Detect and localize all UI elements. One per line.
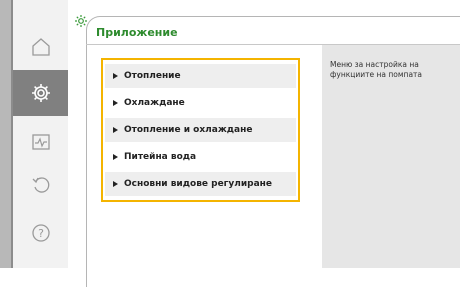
info-description: Меню за настройка на функциите на помпат… [330,60,423,79]
expand-arrow-icon [113,181,118,187]
sidebar-item-help[interactable]: ? [13,210,68,256]
expand-arrow-icon [113,127,118,133]
menu-item-label: Отопление и охлаждане [124,125,253,135]
expand-arrow-icon [113,154,118,160]
restore-icon [32,177,49,193]
menu-item-label: Отопление [124,71,181,81]
help-icon: ? [31,224,50,242]
diagnostics-icon [31,134,50,150]
expand-arrow-icon [113,73,118,79]
sidebar-item-restore[interactable] [13,162,68,208]
menu-list: Отопление Охлаждане Отопление и охлаждан… [101,58,300,202]
menu-item-cooling[interactable]: Охлаждане [105,91,296,115]
sidebar-item-home[interactable] [13,24,68,70]
menu-item-drinking-water[interactable]: Питейна вода [105,145,296,169]
svg-text:?: ? [38,227,44,240]
sidebar-item-settings[interactable] [13,70,68,116]
sidebar-edge-strip [0,0,11,268]
gear-icon [31,84,50,102]
menu-item-label: Охлаждане [124,98,185,108]
sidebar: ? [0,0,70,268]
menu-item-control-modes[interactable]: Основни видове регулиране [105,172,296,196]
menu-item-label: Основни видове регулиране [124,179,272,189]
menu-item-heating[interactable]: Отопление [105,64,296,88]
menu-item-heating-cooling[interactable]: Отопление и охлаждане [105,118,296,142]
menu-item-label: Питейна вода [124,152,197,162]
page-title: Приложение [96,26,178,39]
sidebar-item-diagnostics[interactable] [13,119,68,165]
home-icon [31,38,50,56]
expand-arrow-icon [113,100,118,106]
